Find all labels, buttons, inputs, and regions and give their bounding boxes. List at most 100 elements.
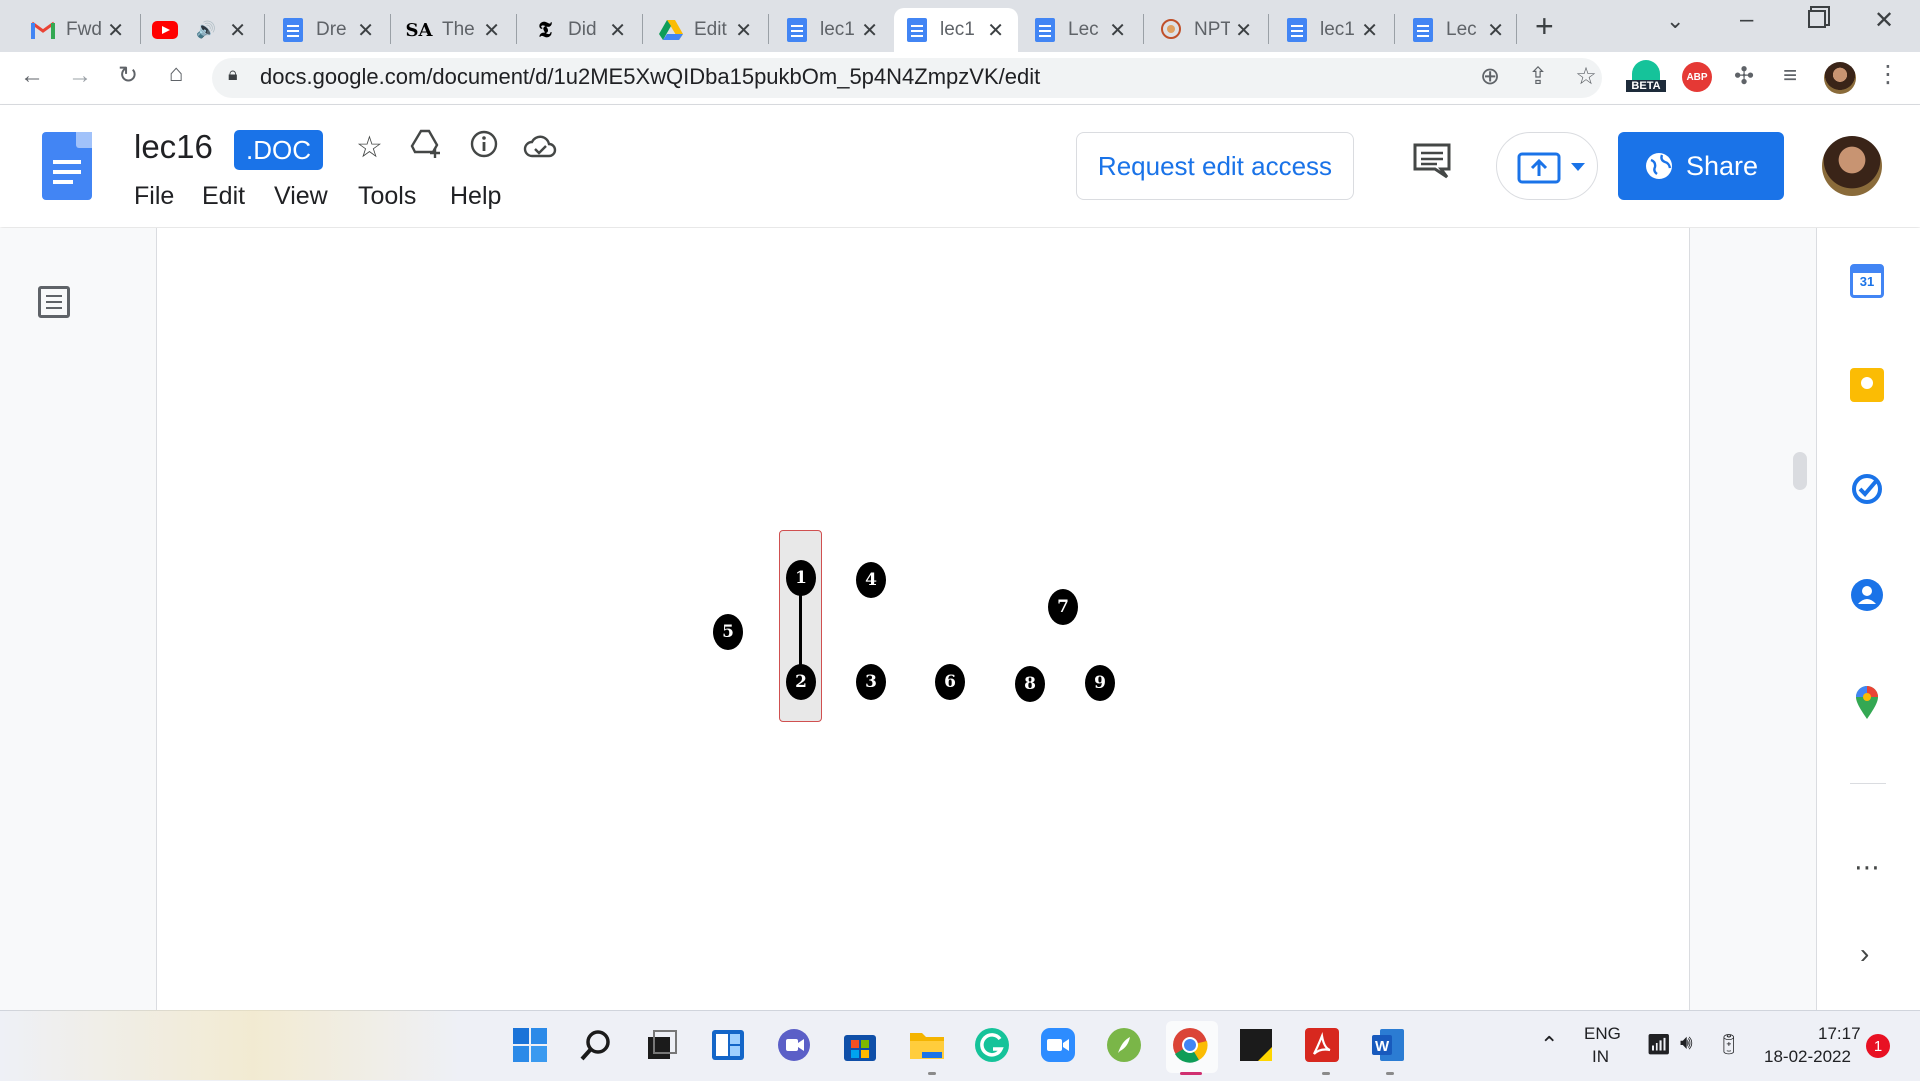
zoom-icon[interactable]: ⊕ — [1472, 62, 1508, 91]
add-to-drive-icon[interactable] — [410, 128, 444, 168]
region-label[interactable]: IN — [1592, 1047, 1609, 1067]
new-tab-icon[interactable]: + — [1535, 8, 1554, 45]
comments-icon[interactable] — [1412, 142, 1452, 179]
media-control-icon[interactable]: ≡ — [1772, 62, 1808, 90]
share-page-icon[interactable]: ⇪ — [1520, 62, 1556, 91]
cloud-status-icon[interactable] — [522, 132, 558, 168]
search-icon[interactable] — [578, 1027, 618, 1067]
tab-nyt[interactable]: 𝕿 Did ✕ — [522, 8, 640, 52]
word-icon[interactable]: W — [1370, 1027, 1410, 1067]
account-avatar[interactable] — [1822, 136, 1882, 196]
close-window-icon[interactable]: ✕ — [1874, 6, 1894, 35]
lock-icon[interactable]: 🔒︎ — [228, 64, 238, 85]
close-tab-icon[interactable]: ✕ — [1487, 18, 1504, 43]
scrollbar-thumb[interactable] — [1793, 452, 1807, 490]
task-view-icon[interactable] — [644, 1027, 684, 1067]
tab-docs-lec[interactable]: Lec ✕ — [1022, 8, 1140, 52]
tab-youtube[interactable]: 🔊 ✕ — [142, 8, 260, 52]
chevron-up-icon[interactable]: ⌃ — [1540, 1032, 1558, 1058]
widgets-icon[interactable] — [710, 1027, 750, 1067]
share-button[interactable]: Share — [1618, 132, 1784, 200]
home-icon[interactable]: ⌂ — [158, 60, 194, 88]
tab-search-chevron-icon[interactable]: ⌄ — [1666, 8, 1684, 34]
graph-node: 5 — [713, 614, 743, 650]
file-explorer-icon[interactable] — [908, 1027, 948, 1067]
tab-docs-lec1-b[interactable]: lec1 ✕ — [1274, 8, 1392, 52]
tab-docs-lec1-active[interactable]: lec1 ✕ — [894, 8, 1018, 52]
notification-badge[interactable]: 1 — [1866, 1034, 1890, 1058]
menu-tools[interactable]: Tools — [358, 182, 416, 211]
adblock-icon[interactable]: ABP — [1682, 62, 1712, 92]
grammarly-icon[interactable] — [974, 1027, 1014, 1067]
language-label[interactable]: ENG — [1584, 1024, 1621, 1044]
chevron-right-icon[interactable]: › — [1860, 938, 1869, 970]
calendar-icon[interactable]: 31 — [1850, 264, 1886, 300]
reload-icon[interactable]: ↻ — [110, 61, 146, 90]
menu-file[interactable]: File — [134, 182, 174, 211]
chrome-menu-icon[interactable]: ⋮ — [1870, 60, 1906, 89]
microsoft-store-icon[interactable] — [842, 1027, 882, 1067]
present-button[interactable] — [1496, 132, 1598, 200]
close-tab-icon[interactable]: ✕ — [735, 18, 752, 43]
bookmark-star-icon[interactable]: ☆ — [1568, 62, 1604, 91]
tab-docs-lec1-a[interactable]: lec1 ✕ — [774, 8, 892, 52]
docs-icon — [280, 17, 306, 43]
tasks-icon[interactable] — [1850, 472, 1886, 508]
close-tab-icon[interactable]: ✕ — [229, 18, 246, 43]
profile-avatar[interactable] — [1824, 62, 1856, 94]
close-tab-icon[interactable]: ✕ — [987, 18, 1004, 43]
battery-icon[interactable]: 🔋︎ — [1716, 1032, 1741, 1057]
side-divider — [1850, 783, 1886, 784]
restore-icon[interactable] — [1808, 10, 1826, 28]
more-options-icon[interactable]: ⋯ — [1854, 852, 1880, 883]
docs-icon — [904, 17, 930, 43]
document-title[interactable]: lec16 — [134, 128, 213, 166]
close-tab-icon[interactable]: ✕ — [861, 18, 878, 43]
minimize-icon[interactable]: – — [1740, 6, 1753, 34]
close-tab-icon[interactable]: ✕ — [1109, 18, 1126, 43]
url-text[interactable]: docs.google.com/document/d/1u2ME5XwQIDba… — [260, 64, 1040, 90]
close-tab-icon[interactable]: ✕ — [1361, 18, 1378, 43]
close-tab-icon[interactable]: ✕ — [483, 18, 500, 43]
grammarly-beta-extension-icon[interactable]: BETA — [1626, 60, 1666, 100]
extensions-puzzle-icon[interactable]: ✣ — [1726, 62, 1762, 91]
tab-gmail[interactable]: Fwd ✕ — [20, 8, 138, 52]
zoom-app-icon[interactable] — [1040, 1027, 1080, 1067]
keep-icon[interactable] — [1850, 368, 1886, 404]
tab-drive[interactable]: Edit ✕ — [648, 8, 766, 52]
back-icon[interactable]: ← — [14, 62, 50, 90]
volume-icon[interactable]: 🔊︎ — [1680, 1032, 1693, 1055]
start-icon[interactable] — [512, 1027, 552, 1067]
sticky-notes-icon[interactable] — [1238, 1027, 1278, 1067]
star-icon[interactable]: ☆ — [356, 130, 383, 165]
tab-separator — [1143, 14, 1144, 44]
forward-icon[interactable]: → — [62, 62, 98, 90]
chrome-icon[interactable] — [1166, 1021, 1218, 1073]
tab-nptel[interactable]: NPT ✕ — [1148, 8, 1266, 52]
docs-logo-icon[interactable] — [42, 132, 92, 200]
clock-date[interactable]: 18-02-2022 — [1764, 1047, 1851, 1067]
menu-view[interactable]: View — [274, 182, 328, 211]
menu-edit[interactable]: Edit — [202, 182, 245, 211]
request-edit-access-button[interactable]: Request edit access — [1076, 132, 1354, 200]
tab-sa[interactable]: SA The ✕ — [396, 8, 514, 52]
close-tab-icon[interactable]: ✕ — [107, 18, 124, 43]
close-tab-icon[interactable]: ✕ — [357, 18, 374, 43]
acrobat-icon[interactable] — [1304, 1027, 1344, 1067]
graph-node: 8 — [1015, 666, 1045, 702]
tab-docs-lec-b[interactable]: Lec ✕ — [1400, 8, 1518, 52]
teams-chat-icon[interactable] — [776, 1027, 816, 1067]
document-outline-icon[interactable] — [38, 286, 70, 318]
tab-separator — [768, 14, 769, 44]
close-tab-icon[interactable]: ✕ — [1235, 18, 1252, 43]
wifi-icon[interactable]: 📶︎ — [1646, 1032, 1671, 1057]
close-tab-icon[interactable]: ✕ — [609, 18, 626, 43]
contacts-icon[interactable] — [1850, 578, 1886, 614]
clock-time[interactable]: 17:17 — [1818, 1024, 1861, 1044]
evernote-icon[interactable] — [1106, 1027, 1146, 1067]
tab-docs-dre[interactable]: Dre ✕ — [270, 8, 388, 52]
maps-icon[interactable] — [1850, 684, 1886, 720]
audio-playing-icon[interactable]: 🔊 — [196, 20, 216, 40]
menu-help[interactable]: Help — [450, 182, 501, 211]
info-icon[interactable] — [468, 128, 500, 168]
